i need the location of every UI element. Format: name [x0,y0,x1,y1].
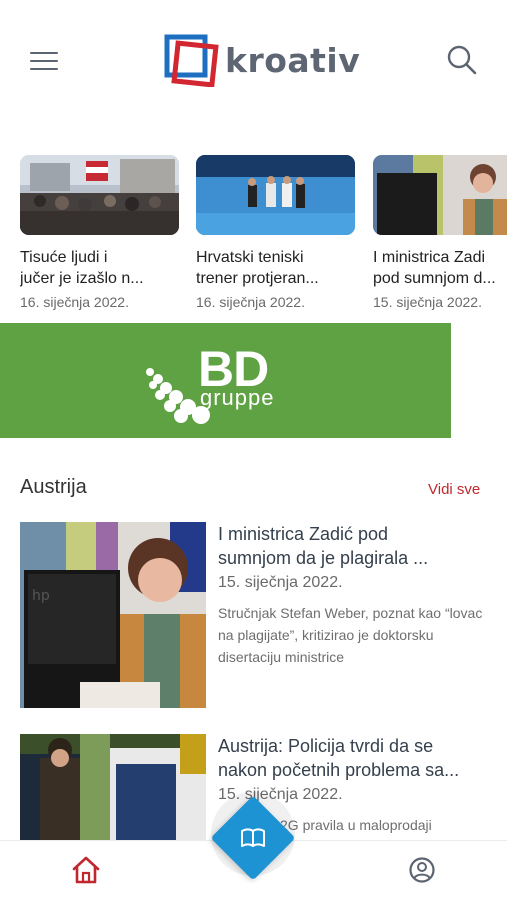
card-date: 16. siječnja 2022. [20,294,129,310]
search-button[interactable] [446,44,478,76]
article-image: hp [20,522,206,708]
see-all-link[interactable]: Vidi sve [428,481,480,498]
hamburger-icon [30,50,58,70]
menu-button[interactable] [30,50,58,72]
bd-gruppe-logo: BD gruppe [146,341,275,424]
card-title: Tisuće ljudi i jučer je izašlo n... [20,249,144,287]
card-image [196,155,355,235]
banner-brand-small: gruppe [200,385,275,410]
article-title: I ministrica Zadić pod sumnjom da je pla… [218,524,429,568]
user-circle-icon [409,857,435,883]
ad-banner[interactable]: BD gruppe [0,323,451,438]
article-item[interactable]: hp I ministrica Zadić pod sumnjom da je … [20,522,500,708]
section-title: Austrija [20,476,87,498]
app-header: kroativ [0,0,507,120]
card-date: 15. siječnja 2022. [373,294,482,310]
article-summary: Stručnjak Stefan Weber, poznat kao “lova… [218,605,483,665]
home-button[interactable] [71,855,101,885]
card-image [20,155,179,235]
card-date: 16. siječnja 2022. [196,294,305,310]
carousel-card[interactable]: I ministrica Zadi pod sumnjom d... 15. s… [373,155,507,310]
article-title: Austrija: Policija tvrdi da se nakon poč… [218,736,460,780]
home-icon [72,856,100,884]
article-image [20,734,206,840]
article-date: 15. siječnja 2022. [218,574,343,591]
featured-carousel[interactable]: Tisuće ljudi i jučer je izašlo n... 16. … [0,155,507,320]
card-image [373,155,507,235]
profile-button[interactable] [408,856,436,884]
carousel-card[interactable]: Hrvatski teniski trener protjeran... 16.… [196,155,356,310]
logo-text: kroativ [225,40,361,80]
search-icon [447,45,477,75]
logo[interactable]: kroativ [163,32,360,88]
carousel-card[interactable]: Tisuće ljudi i jučer je izašlo n... 16. … [20,155,180,310]
card-title: I ministrica Zadi pod sumnjom d... [373,249,496,287]
card-title: Hrvatski teniski trener protjeran... [196,249,319,287]
logo-mark-icon [164,34,219,87]
svg-text:hp: hp [32,588,50,604]
